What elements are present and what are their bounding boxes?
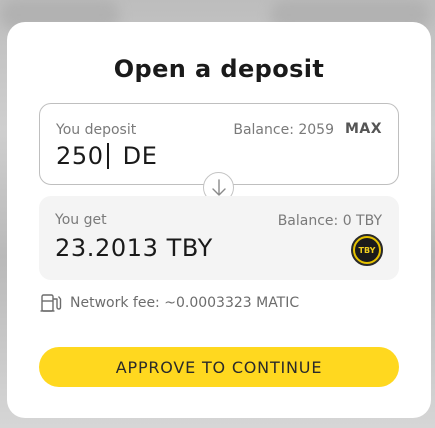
approve-button[interactable]: APPROVE TO CONTINUE	[39, 347, 399, 387]
deposit-amount-row[interactable]: 250 DE	[56, 141, 157, 171]
receive-label: You get	[55, 212, 107, 228]
receive-panel: You get Balance: 0 TBY 23.2013 TBY TBY	[39, 196, 399, 280]
max-button[interactable]: MAX	[345, 121, 382, 137]
token-logo-icon: TBY	[351, 234, 383, 266]
text-caret	[106, 143, 109, 169]
deposit-balance: Balance: 2059	[233, 122, 334, 138]
network-fee-text: Network fee: ~0.0003323 MATIC	[70, 295, 300, 311]
arrow-down-icon	[211, 178, 226, 196]
network-fee-row: Network fee: ~0.0003323 MATIC	[40, 293, 299, 313]
modal-title: Open a deposit	[113, 55, 325, 83]
deposit-modal: Open a deposit You deposit Balance: 2059…	[7, 22, 431, 418]
deposit-label: You deposit	[56, 122, 137, 138]
receive-balance: Balance: 0 TBY	[277, 213, 382, 229]
receive-amount: 23.2013 TBY	[55, 234, 213, 262]
token-symbol: TBY	[355, 238, 379, 262]
deposit-unit: DE	[122, 142, 158, 170]
deposit-amount-input[interactable]: 250	[56, 142, 104, 170]
fuel-pump-icon	[40, 294, 62, 312]
